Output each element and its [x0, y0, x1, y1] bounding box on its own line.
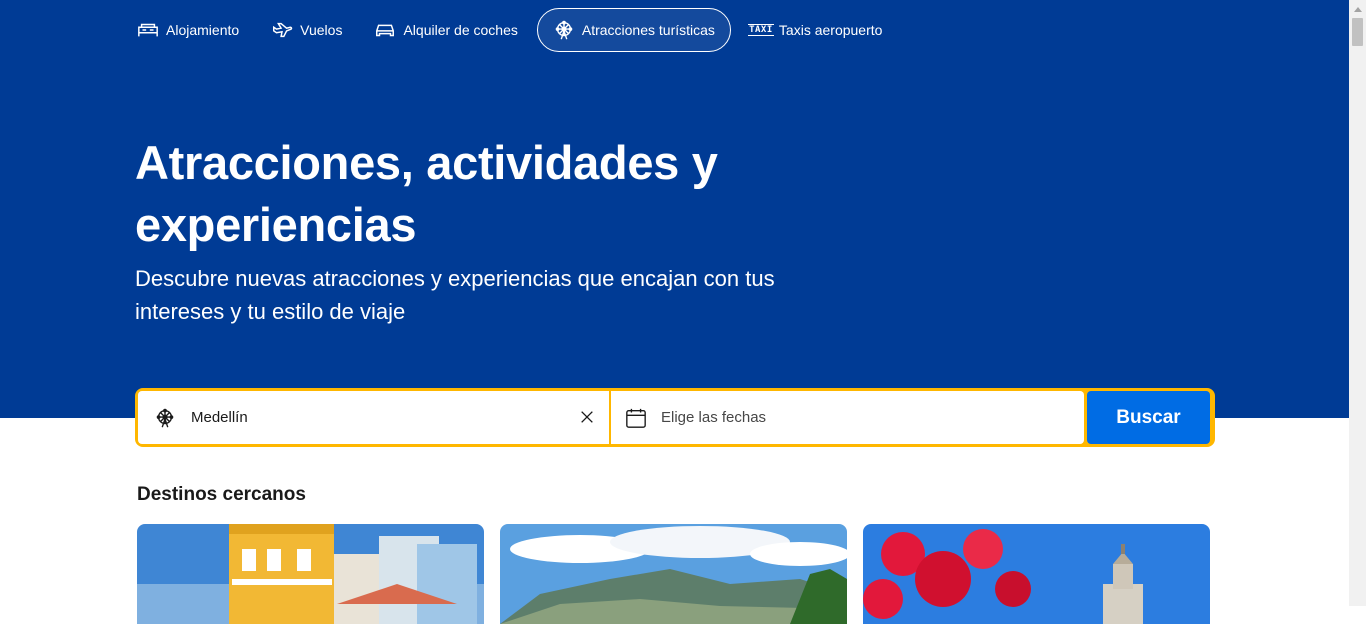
destination-card[interactable]: [500, 524, 847, 624]
clear-button[interactable]: [577, 407, 597, 427]
nav-item-atracciones[interactable]: Atracciones turísticas: [536, 8, 731, 52]
nav-item-alquiler-coches[interactable]: Alquiler de coches: [361, 8, 530, 52]
car-icon: [374, 19, 396, 41]
bed-icon: [137, 19, 159, 41]
calendar-icon: [625, 407, 647, 429]
close-icon: [581, 411, 593, 423]
nav-label: Vuelos: [300, 22, 343, 38]
plane-icon: [271, 19, 293, 41]
dates-field[interactable]: Elige las fechas: [611, 391, 1084, 444]
top-nav: Alojamiento Vuelos Alquiler de coches At…: [124, 8, 901, 52]
search-bar: Elige las fechas Buscar: [135, 388, 1215, 447]
destination-card[interactable]: [137, 524, 484, 624]
mountain-valley-photo: [500, 524, 847, 624]
ferris-wheel-icon: [553, 19, 575, 41]
search-button[interactable]: Buscar: [1087, 391, 1210, 444]
destination-card[interactable]: [863, 524, 1210, 624]
dates-placeholder: Elige las fechas: [661, 409, 767, 426]
scroll-up-icon[interactable]: [1349, 0, 1366, 17]
page-title: Atracciones, actividades y experiencias: [135, 136, 718, 251]
section-title: Destinos cercanos: [137, 484, 306, 505]
destination-cards: [137, 524, 1226, 624]
taxi-glyph: TAXI: [748, 24, 774, 36]
hero-banner: Alojamiento Vuelos Alquiler de coches At…: [0, 0, 1349, 418]
scroll-thumb[interactable]: [1352, 18, 1363, 46]
page-subtitle: Descubre nuevas atracciones y experienci…: [135, 266, 775, 324]
destination-input[interactable]: [189, 408, 553, 427]
ferris-wheel-icon: [154, 407, 176, 429]
nav-item-alojamiento[interactable]: Alojamiento: [124, 8, 252, 52]
nav-label: Alquiler de coches: [403, 22, 518, 38]
destination-field[interactable]: [138, 391, 609, 444]
nav-label: Taxis aeropuerto: [778, 22, 883, 38]
nav-item-vuelos[interactable]: Vuelos: [258, 8, 355, 52]
taxi-icon: TAXI: [748, 19, 774, 41]
nav-label: Atracciones turísticas: [581, 22, 715, 38]
colonial-street-photo: [137, 524, 484, 624]
nav-item-taxis[interactable]: TAXI Taxis aeropuerto: [737, 8, 896, 52]
page-scrollbar[interactable]: [1349, 0, 1366, 606]
nav-label: Alojamiento: [166, 22, 240, 38]
red-blossoms-church-photo: [863, 524, 1210, 624]
